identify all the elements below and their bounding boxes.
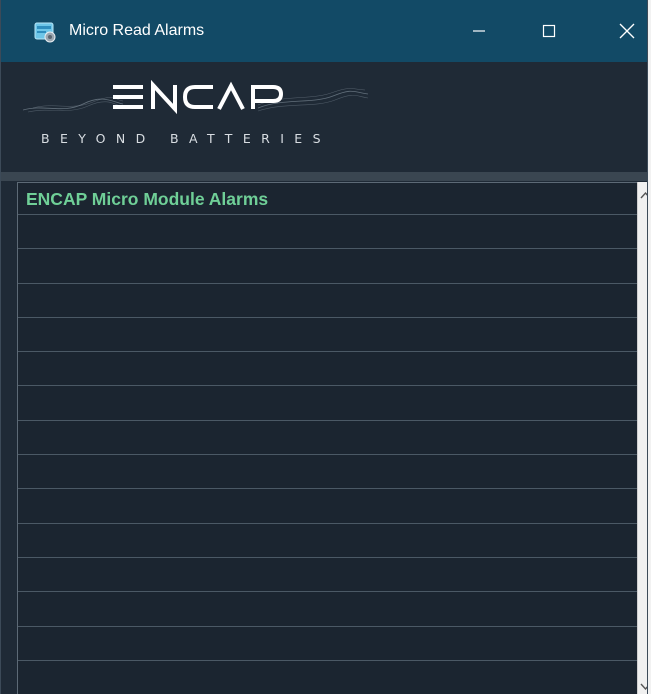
table-row[interactable] bbox=[18, 215, 637, 250]
encap-logo bbox=[23, 79, 369, 115]
table-row[interactable] bbox=[18, 489, 637, 524]
table-row[interactable] bbox=[18, 558, 637, 593]
scroll-down-icon[interactable] bbox=[640, 682, 648, 692]
table-row[interactable] bbox=[18, 284, 637, 318]
app-window-icon bbox=[34, 21, 56, 43]
title-bar[interactable]: Micro Read Alarms bbox=[1, 0, 647, 62]
alarms-grid[interactable]: ENCAP Micro Module Alarms bbox=[17, 182, 637, 694]
table-row[interactable] bbox=[18, 627, 637, 661]
scroll-up-icon[interactable] bbox=[640, 190, 648, 200]
window-title: Micro Read Alarms bbox=[69, 22, 205, 39]
close-icon bbox=[619, 23, 635, 39]
table-row[interactable] bbox=[18, 352, 637, 387]
banner-divider bbox=[1, 172, 647, 181]
close-button[interactable] bbox=[603, 8, 647, 54]
table-row[interactable] bbox=[18, 661, 637, 694]
micro-read-alarms-window: Micro Read Alarms BEYOND BATTERIES ENCAP… bbox=[0, 0, 648, 694]
table-row[interactable] bbox=[18, 318, 637, 353]
table-row[interactable] bbox=[18, 455, 637, 490]
table-row[interactable] bbox=[18, 592, 637, 627]
table-row[interactable] bbox=[18, 421, 637, 456]
table-row[interactable] bbox=[18, 249, 637, 284]
logo-banner: BEYOND BATTERIES bbox=[1, 62, 647, 172]
table-row[interactable] bbox=[18, 386, 637, 421]
grid-rows bbox=[18, 215, 637, 694]
maximize-icon bbox=[542, 24, 556, 38]
logo-tagline: BEYOND BATTERIES bbox=[41, 131, 331, 146]
maximize-button[interactable] bbox=[525, 8, 573, 54]
grid-header: ENCAP Micro Module Alarms bbox=[18, 183, 637, 215]
table-row[interactable] bbox=[18, 524, 637, 558]
minimize-button[interactable] bbox=[455, 8, 503, 54]
vertical-scrollbar[interactable] bbox=[637, 182, 648, 694]
minimize-icon bbox=[473, 30, 485, 32]
